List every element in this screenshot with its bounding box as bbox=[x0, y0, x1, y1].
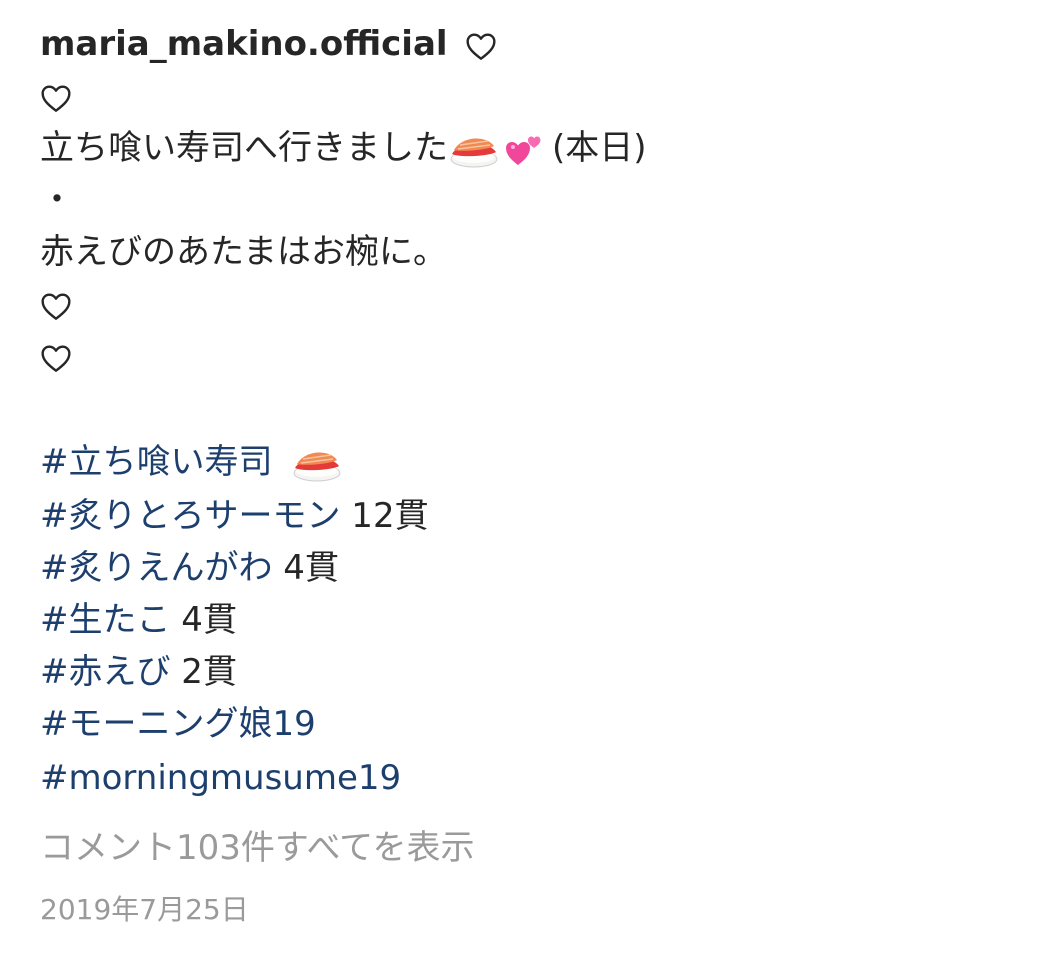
hashtag-line-7: #morningmusume19 bbox=[40, 758, 401, 798]
hashtag-line-3: #炙りえんがわ 4貫 bbox=[40, 548, 339, 588]
hashtag-line-1: #立ち喰い寿司 bbox=[40, 442, 343, 484]
hashtag-line-6: #モーニング娘19 bbox=[40, 704, 316, 744]
caption-bullet: ・ bbox=[40, 180, 74, 220]
heart-outline-icon bbox=[40, 343, 72, 373]
hashtag-count: 12貫 bbox=[340, 496, 429, 536]
username-link[interactable]: maria_makino.official bbox=[40, 24, 448, 64]
heart-outline-icon bbox=[40, 291, 72, 321]
hashtag-link[interactable]: #morningmusume19 bbox=[40, 758, 401, 798]
hashtag-count: 2貫 bbox=[170, 652, 237, 692]
hashtag-line-4: #生たこ 4貫 bbox=[40, 600, 237, 640]
caption-text: 立ち喰い寿司へ行きました bbox=[40, 128, 448, 168]
caption-heart-line-1 bbox=[40, 76, 72, 116]
post-username-line: maria_makino.official bbox=[40, 24, 497, 64]
hashtag-link[interactable]: #炙りとろサーモン bbox=[40, 496, 341, 536]
hashtag-link[interactable]: #赤えび bbox=[40, 652, 171, 692]
hashtag-line-5: #赤えび 2貫 bbox=[40, 652, 237, 692]
sushi-emoji-icon bbox=[291, 444, 343, 484]
view-all-comments-link[interactable]: コメント103件すべてを表示 bbox=[40, 828, 474, 868]
caption-heart-line-3 bbox=[40, 336, 72, 376]
post-date: 2019年7月25日 bbox=[40, 893, 249, 926]
hashtag-link[interactable]: #立ち喰い寿司 bbox=[40, 442, 273, 482]
heart-outline-icon bbox=[465, 31, 497, 61]
caption-heart-line-2 bbox=[40, 284, 72, 324]
caption-line-ebi: 赤えびのあたまはお椀に。 bbox=[40, 232, 447, 272]
heart-outline-icon bbox=[40, 83, 72, 113]
sushi-emoji-icon bbox=[448, 130, 500, 170]
hashtag-link[interactable]: #生たこ bbox=[40, 600, 171, 640]
hashtag-count: 4貫 bbox=[170, 600, 237, 640]
caption-line-sushi-visit: 立ち喰い寿司へ行きました (本日) bbox=[40, 128, 647, 170]
hashtag-line-2: #炙りとろサーモン 12貫 bbox=[40, 496, 429, 536]
hashtag-link[interactable]: #モーニング娘19 bbox=[40, 704, 316, 744]
caption-suffix: (本日) bbox=[552, 128, 647, 168]
two-hearts-emoji-icon bbox=[504, 132, 544, 168]
hashtag-count: 4貫 bbox=[272, 548, 339, 588]
hashtag-link[interactable]: #炙りえんがわ bbox=[40, 548, 273, 588]
